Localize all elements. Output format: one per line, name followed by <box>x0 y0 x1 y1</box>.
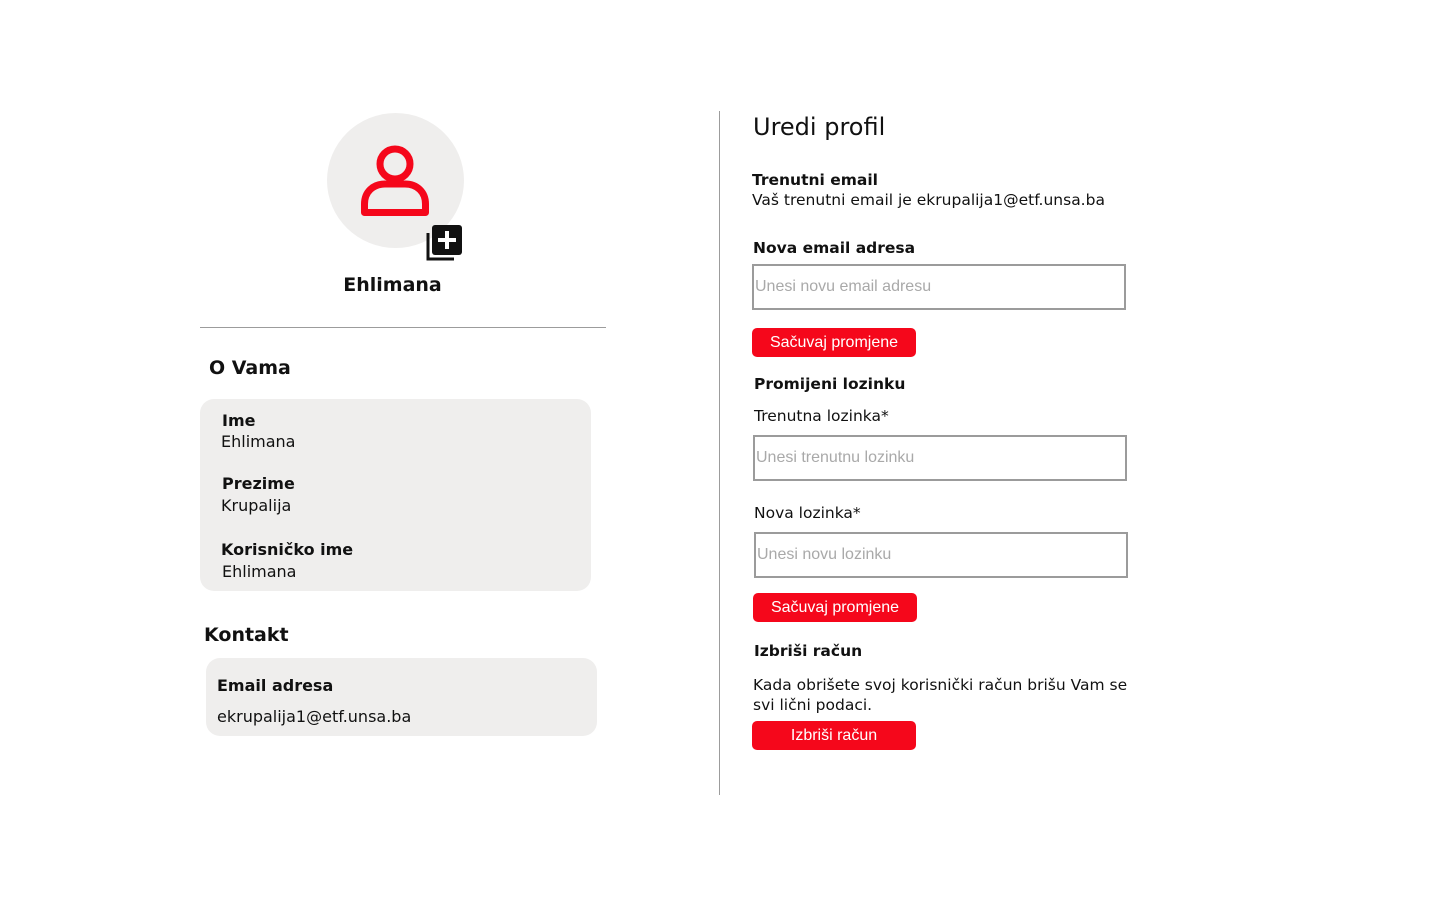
delete-account-button[interactable]: Izbriši račun <box>752 721 916 750</box>
new-password-label: Nova lozinka* <box>754 504 861 522</box>
save-email-button[interactable]: Sačuvaj promjene <box>752 328 916 357</box>
current-password-label: Trenutna lozinka* <box>754 407 889 425</box>
save-password-button[interactable]: Sačuvaj promjene <box>753 593 917 622</box>
delete-account-text-line1: Kada obrišete svoj korisnički račun briš… <box>753 676 1128 694</box>
add-photo-button[interactable] <box>425 225 462 262</box>
email-value: ekrupalija1@etf.unsa.ba <box>217 707 412 726</box>
username-value: Ehlimana <box>222 562 297 581</box>
profile-username: Ehlimana <box>343 274 442 296</box>
current-email-label: Trenutni email <box>752 171 878 189</box>
vertical-divider <box>719 111 720 795</box>
email-label: Email adresa <box>217 676 334 695</box>
last-name-value: Krupalija <box>221 496 292 515</box>
username-label: Korisničko ime <box>221 540 354 559</box>
first-name-value: Ehlimana <box>221 432 296 451</box>
edit-profile-title: Uredi profil <box>753 113 886 141</box>
current-email-text: Vaš trenutni email je ekrupalija1@etf.un… <box>752 191 1105 209</box>
about-card: Ime Ehlimana Prezime Krupalija Korisničk… <box>200 399 591 591</box>
divider <box>200 327 606 328</box>
add-photo-icon <box>426 225 462 261</box>
about-section-title: O Vama <box>209 357 291 379</box>
contact-card: Email adresa ekrupalija1@etf.unsa.ba <box>206 658 597 736</box>
new-password-input[interactable] <box>754 532 1128 578</box>
last-name-label: Prezime <box>222 474 295 493</box>
user-icon <box>361 145 429 216</box>
delete-account-text-line2: svi lični podaci. <box>753 696 873 714</box>
profile-page: Ehlimana O Vama Ime Ehlimana Prezime Kru… <box>0 0 1440 900</box>
first-name-label: Ime <box>222 411 256 430</box>
contact-section-title: Kontakt <box>204 624 289 646</box>
new-email-label: Nova email adresa <box>753 239 916 257</box>
new-email-input[interactable] <box>752 264 1126 310</box>
change-password-title: Promijeni lozinku <box>754 375 906 393</box>
current-password-input[interactable] <box>753 435 1127 481</box>
delete-account-title: Izbriši račun <box>754 642 863 660</box>
